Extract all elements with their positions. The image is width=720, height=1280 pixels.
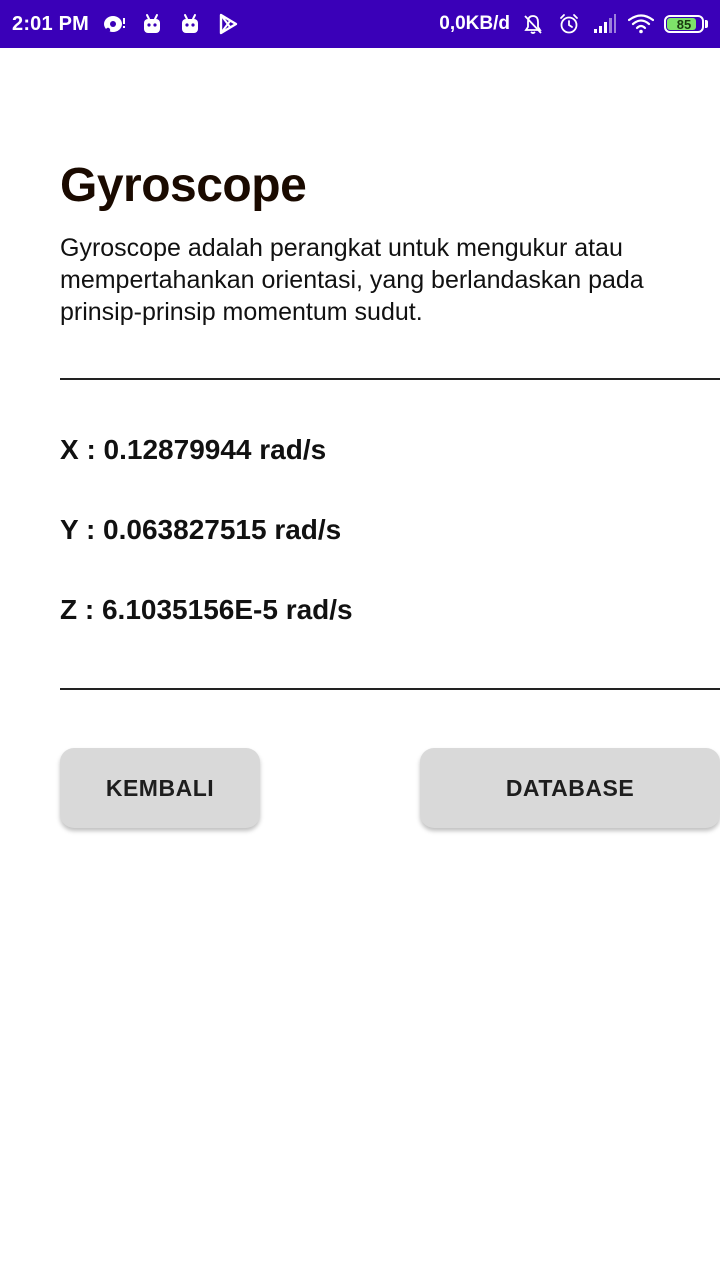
bottom-divider <box>60 688 720 690</box>
network-speed: 0,0KB/d <box>439 13 510 34</box>
battery-tip <box>705 20 708 28</box>
status-time: 2:01 PM <box>12 12 89 35</box>
page-description: Gyroscope adalah perangkat untuk menguku… <box>60 234 644 326</box>
pokeball-notification-icon <box>101 11 127 37</box>
alarm-clock-icon <box>556 11 582 37</box>
status-bar-right: 0,0KB/d 85 <box>439 11 708 37</box>
signal-bars-icon <box>592 11 618 37</box>
top-divider <box>60 378 720 380</box>
page-title: Gyroscope <box>60 159 307 212</box>
mute-bell-icon <box>520 11 546 37</box>
back-button[interactable]: KEMBALI <box>60 748 260 828</box>
gyro-y-reading: Y : 0.063827515 rad/s <box>60 514 342 545</box>
wifi-icon <box>628 11 654 37</box>
gyro-z-reading: Z : 6.1035156E-5 rad/s <box>60 594 353 625</box>
android-notification-icon <box>139 11 165 37</box>
gyro-x-reading: X : 0.12879944 rad/s <box>60 434 327 465</box>
database-button[interactable]: DATABASE <box>420 748 720 828</box>
status-bar: 2:01 PM 0,0KB/d 85 <box>0 0 720 48</box>
battery-icon: 85 <box>664 15 708 33</box>
play-store-notification-icon <box>215 11 241 37</box>
android-notification-icon <box>177 11 203 37</box>
status-bar-left: 2:01 PM <box>12 11 241 37</box>
battery-body: 85 <box>664 15 704 33</box>
battery-level: 85 <box>676 16 692 32</box>
